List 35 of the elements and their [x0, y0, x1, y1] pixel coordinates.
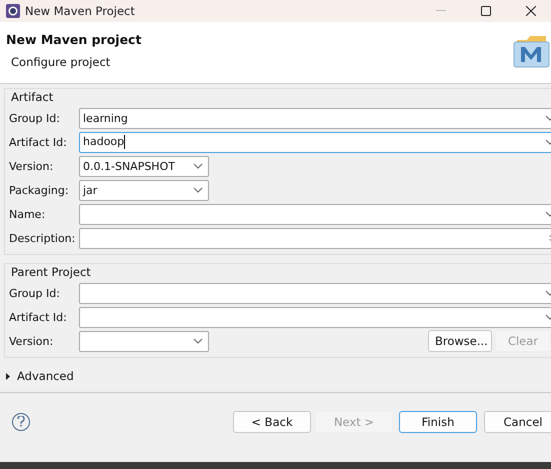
dropdown[interactable]: 0.0.1-SNAPSHOT — [79, 156, 209, 176]
group-title: Parent Project — [11, 265, 92, 279]
field-label: Group Id: — [9, 286, 61, 300]
dropdown-caret-icon[interactable] — [193, 338, 203, 344]
field-value: jar — [83, 184, 98, 196]
dialog-button[interactable]: < Back — [233, 410, 311, 432]
page-title: New Maven project — [6, 32, 142, 47]
dialog-button[interactable]: Finish — [399, 410, 477, 432]
dropdown-caret-icon[interactable] — [193, 163, 203, 169]
field-label: Version: — [9, 160, 54, 172]
field-value: learning — [83, 112, 129, 124]
advanced-toggle[interactable]: Advanced — [6, 369, 551, 383]
browse-button[interactable]: Browse... — [428, 330, 492, 352]
group-title: Artifact — [11, 90, 54, 104]
field-label: Packaging: — [9, 184, 70, 196]
dropdown-caret-icon[interactable] — [193, 187, 203, 193]
window-title: New Maven Project — [25, 4, 136, 18]
field-label: Artifact Id: — [9, 136, 68, 148]
close-icon[interactable] — [526, 6, 536, 16]
page-subtitle: Configure project — [11, 55, 112, 69]
field-label: Group Id: — [9, 112, 61, 124]
expand-arrow-icon[interactable] — [6, 372, 11, 380]
combo-box[interactable]: hadoop — [79, 132, 551, 152]
app-icon — [6, 4, 20, 18]
help-icon[interactable] — [12, 412, 30, 430]
field-value: hadoop — [83, 135, 126, 149]
field-label: Description: — [9, 232, 76, 244]
field-label: Version: — [9, 334, 54, 348]
field-label: Name: — [9, 208, 46, 220]
dialog-button[interactable]: Cancel — [484, 410, 551, 432]
field-label: Artifact Id: — [9, 310, 68, 324]
maximize-icon[interactable] — [481, 6, 491, 16]
field-value: 0.0.1-SNAPSHOT — [83, 160, 176, 172]
combo-box[interactable]: learning — [79, 108, 551, 128]
dropdown[interactable]: jar — [79, 180, 209, 200]
